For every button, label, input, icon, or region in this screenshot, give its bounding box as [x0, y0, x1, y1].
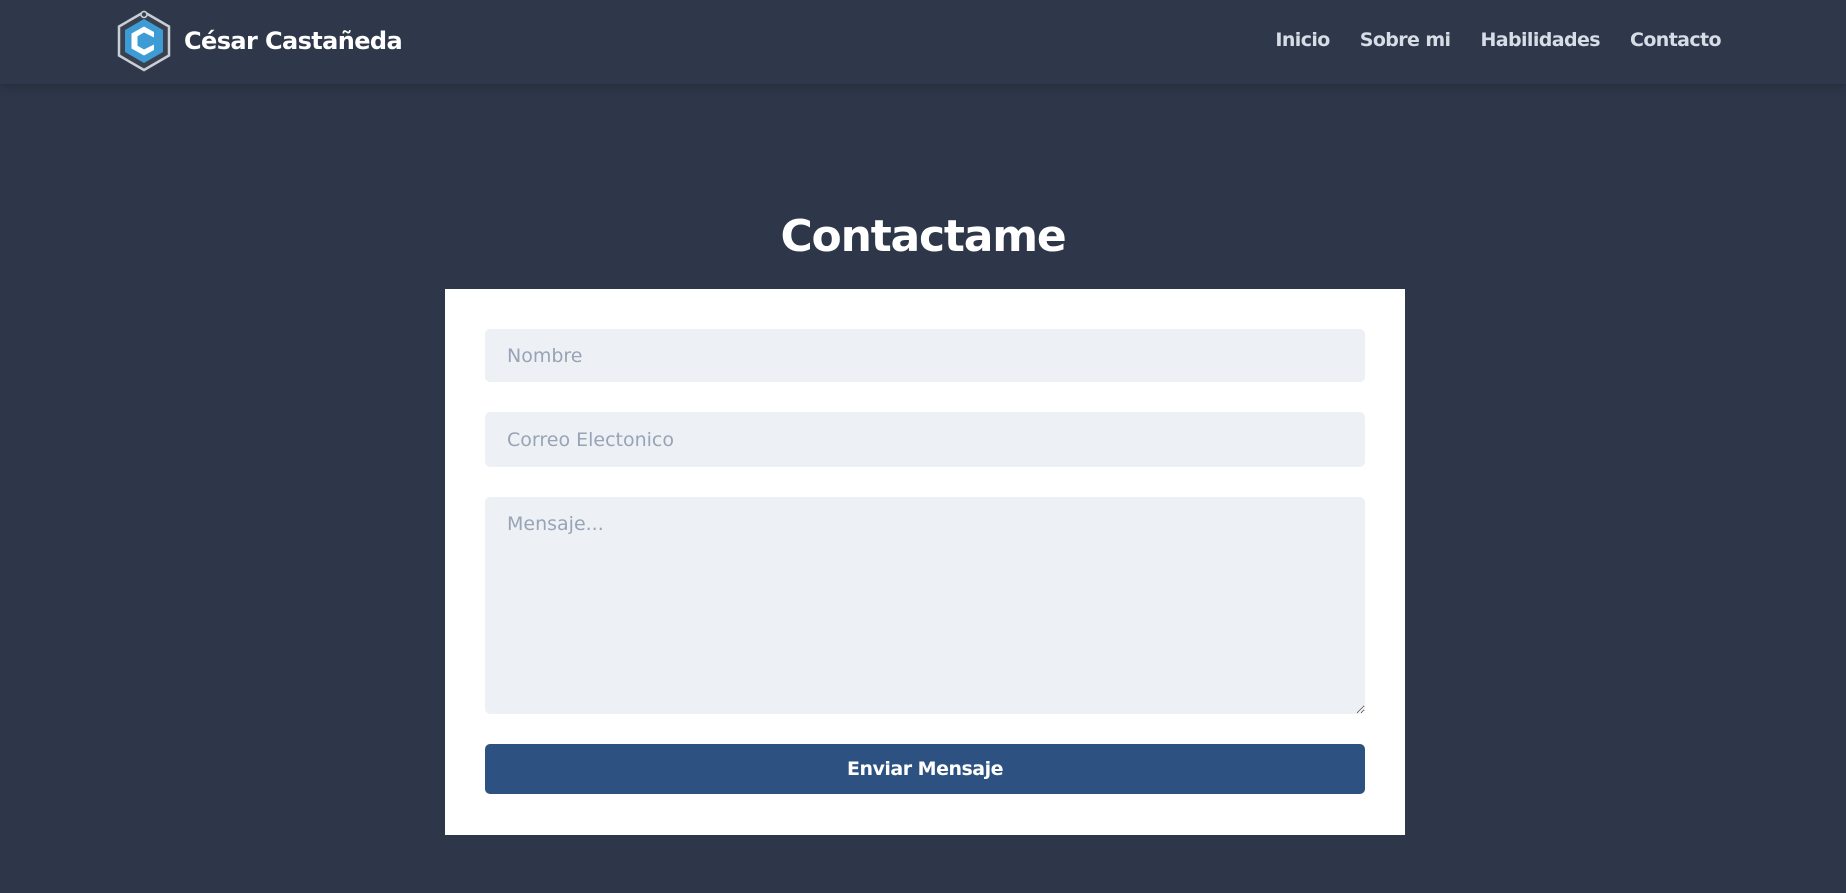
- nav-link-inicio[interactable]: Inicio: [1275, 29, 1330, 51]
- message-textarea[interactable]: [485, 497, 1365, 714]
- hexagon-c-logo-icon: [117, 10, 171, 72]
- brand[interactable]: César Castañeda: [113, 9, 403, 73]
- contact-form: Enviar Mensaje: [445, 289, 1405, 835]
- nav-link-contacto[interactable]: Contacto: [1630, 29, 1722, 51]
- send-message-button[interactable]: Enviar Mensaje: [485, 744, 1365, 794]
- nav-link-sobre-mi[interactable]: Sobre mi: [1360, 29, 1451, 51]
- email-input[interactable]: [485, 412, 1365, 467]
- contact-title: Contactame: [780, 211, 1066, 262]
- nav-link-habilidades[interactable]: Habilidades: [1480, 29, 1600, 51]
- navbar: César Castañeda Inicio Sobre mi Habilida…: [0, 0, 1846, 84]
- nav-links: Inicio Sobre mi Habilidades Contacto: [1275, 0, 1721, 80]
- brand-name: César Castañeda: [184, 27, 403, 55]
- name-input[interactable]: [485, 329, 1365, 382]
